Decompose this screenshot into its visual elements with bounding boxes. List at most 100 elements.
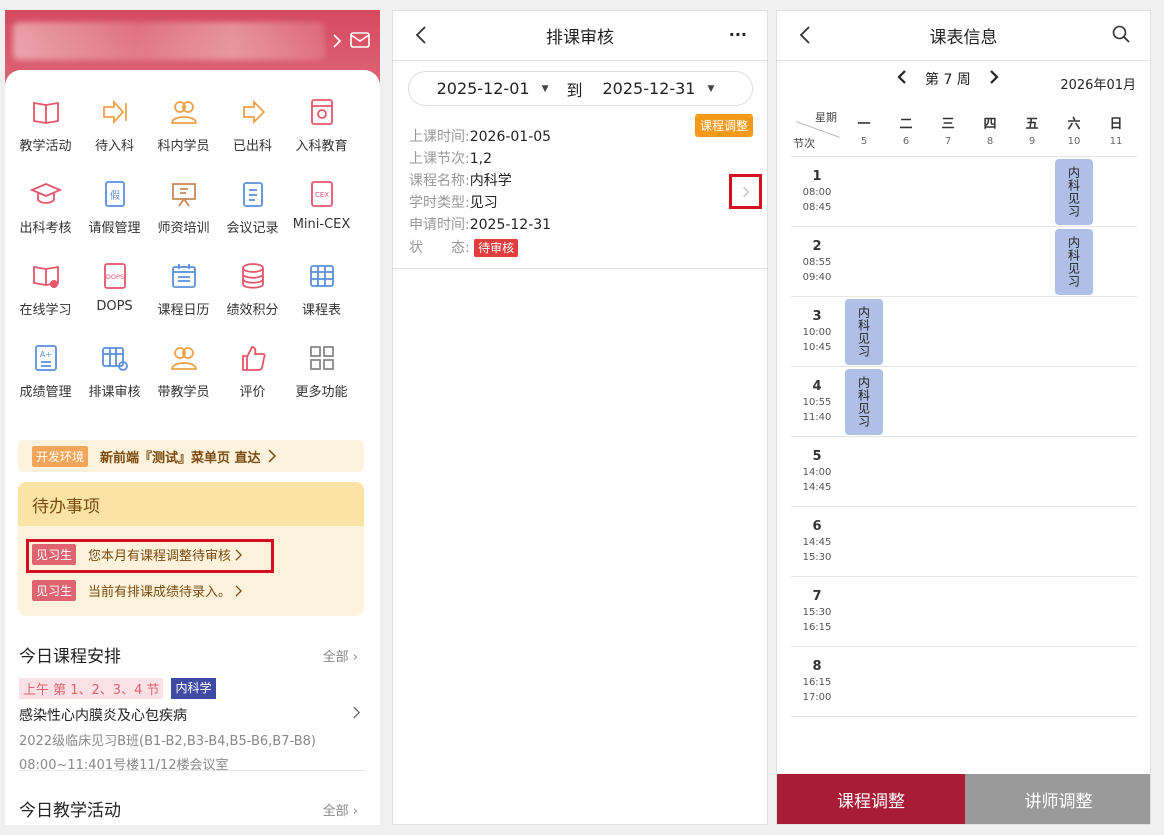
page-title: 课表信息 xyxy=(929,28,998,48)
todo-item-grade-entry[interactable]: 见习生 当前有排课成绩待录入。 xyxy=(32,580,243,601)
chevron-right-icon xyxy=(235,584,243,597)
period-end: 14:45 xyxy=(802,482,832,493)
back-arrow-icon[interactable] xyxy=(799,25,811,50)
period-cell: 3 10:00 10:45 xyxy=(791,297,843,367)
grid-item-9[interactable]: 会议记录 xyxy=(218,172,287,240)
divider xyxy=(19,770,365,771)
clipboard-icon xyxy=(237,178,269,210)
today-course-more-link[interactable]: 全部 › xyxy=(323,646,358,665)
cex-icon: CEX xyxy=(306,178,338,210)
period-start: 08:55 xyxy=(802,257,832,268)
date-label: 11 xyxy=(1109,136,1123,147)
corner-period-label: 节次 xyxy=(793,137,815,150)
period-row: 8 16:15 17:00 xyxy=(791,647,1137,717)
day-header: 六 10 xyxy=(1053,113,1095,147)
date-label: 10 xyxy=(1067,136,1081,147)
caret-down-icon: ▼ xyxy=(707,83,715,94)
field-label: 学时类型: xyxy=(409,195,470,211)
nav-bar: 排课审核 ··· xyxy=(393,11,767,61)
chevron-right-icon[interactable] xyxy=(332,33,342,52)
record-detail-button[interactable] xyxy=(729,174,762,209)
period-start: 08:00 xyxy=(802,187,832,198)
grid-item-7[interactable]: 假请假管理 xyxy=(80,172,149,240)
grid-item-12[interactable]: DOPS DOPS xyxy=(80,254,149,322)
schedule-event[interactable]: 内科见习 xyxy=(845,369,883,435)
period-cell: 5 14:00 14:45 xyxy=(791,437,843,507)
grid-item-5[interactable]: 入科教育 xyxy=(287,90,356,158)
teacher-adjust-button[interactable]: 讲师调整 xyxy=(965,774,1150,824)
field-label: 上课节次: xyxy=(409,151,470,167)
grid-item-15[interactable]: 课程表 xyxy=(287,254,356,322)
month-label[interactable]: 2026年01月 xyxy=(1060,74,1136,93)
weekday-label: 三 xyxy=(941,117,955,132)
dev-env-banner[interactable]: 开发环境 新前端『测试』菜单页 直达 xyxy=(18,440,364,472)
today-activity-more-link[interactable]: 全部 › xyxy=(323,800,358,819)
course-adjust-button[interactable]: 课程调整 xyxy=(777,774,965,824)
date-label: 5 xyxy=(860,136,868,147)
coins-icon xyxy=(237,260,269,292)
dev-env-tag: 开发环境 xyxy=(32,445,89,467)
grid-item-6[interactable]: 出科考核 xyxy=(11,172,80,240)
thumbs-up-icon xyxy=(237,342,269,374)
grid-item-10[interactable]: CEX Mini-CEX xyxy=(287,172,356,240)
course-card[interactable]: 上午 第 1、2、3、4 节 内科学 感染性心内膜炎及心包疾病 2022级临床见… xyxy=(19,678,365,773)
grid-item-label: 出科考核 xyxy=(19,221,72,236)
todo-text[interactable]: 当前有排课成绩待录入。 xyxy=(88,581,231,600)
dev-env-link[interactable]: 新前端『测试』菜单页 直达 xyxy=(100,447,261,466)
presentation-icon xyxy=(168,178,200,210)
period-start: 10:55 xyxy=(802,397,832,408)
grid-item-label: 课程日历 xyxy=(157,303,210,318)
schedule-panel: 课表信息 第 7 周 2026年01月 星期 节次 一 5 二 6 三 7 四 8 五 9 六 10 日… xyxy=(776,10,1151,825)
period-number: 3 xyxy=(812,309,822,324)
grid-item-2[interactable]: 待入科 xyxy=(80,90,149,158)
period-row: 3 10:00 10:45 xyxy=(791,297,1137,367)
grid-item-1[interactable]: 教学活动 xyxy=(11,90,80,158)
grid-item-3[interactable]: 科内学员 xyxy=(149,90,218,158)
more-menu-icon[interactable]: ··· xyxy=(729,25,747,44)
grid-item-8[interactable]: 师资培训 xyxy=(149,172,218,240)
exit-arrow-icon xyxy=(237,96,269,128)
weekday-label: 六 xyxy=(1067,117,1081,132)
weekday-label: 四 xyxy=(983,117,997,132)
period-cell: 6 14:45 15:30 xyxy=(791,507,843,577)
home-card: 教学活动 待入科 科内学员 已出科 入科教育出科考核假请假管理 师资培训 会议记录 CEX Mi… xyxy=(5,70,380,825)
period-number: 6 xyxy=(812,519,822,534)
schedule-event[interactable]: 内科见习 xyxy=(1055,229,1093,295)
review-field-row: 课程名称:内科学 xyxy=(409,170,512,190)
day-header: 二6 xyxy=(885,113,927,147)
date-range-picker[interactable]: 2025-12-01 ▼ 到 2025-12-31 ▼ xyxy=(408,71,753,106)
todo-title: 待办事项 xyxy=(18,482,364,526)
start-date[interactable]: 2025-12-01 xyxy=(437,79,530,98)
back-arrow-icon[interactable] xyxy=(415,25,427,50)
timetable-header: 星期 节次 一 5 二 6 三 7 四 8 五 9 六 10 日 11 xyxy=(791,103,1137,157)
review-field-row: 学时类型:见习 xyxy=(409,192,498,212)
review-field-row: 上课时间:2026-01-05 xyxy=(409,126,551,146)
svg-text:A+: A+ xyxy=(39,350,51,359)
weekday-label: 日 xyxy=(1109,117,1123,132)
end-date[interactable]: 2025-12-31 xyxy=(603,79,696,98)
chevron-right-icon xyxy=(353,706,361,719)
today-course-title: 今日课程安排 xyxy=(19,647,121,667)
field-label: 课程名称: xyxy=(409,173,470,189)
grid-item-18[interactable]: 带教学员 xyxy=(149,336,218,404)
user-info-blurred[interactable] xyxy=(13,22,325,60)
grid-item-16[interactable]: A+ 成绩管理 xyxy=(11,336,80,404)
mail-icon[interactable] xyxy=(350,32,370,52)
grid-item-13[interactable]: 课程日历 xyxy=(149,254,218,322)
date-separator: 到 xyxy=(566,80,583,100)
prev-week-icon[interactable] xyxy=(897,70,907,88)
period-end: 09:40 xyxy=(802,272,832,283)
grid-item-4[interactable]: 已出科 xyxy=(218,90,287,158)
grid-item-11[interactable]: 在线学习 xyxy=(11,254,80,322)
schedule-event[interactable]: 内科见习 xyxy=(1055,159,1093,225)
grid-item-14[interactable]: 绩效积分 xyxy=(218,254,287,322)
next-week-icon[interactable] xyxy=(989,70,999,88)
period-row: 4 10:55 11:40 xyxy=(791,367,1137,437)
schedule-event[interactable]: 内科见习 xyxy=(845,299,883,365)
grid-item-17[interactable]: 排课审核 xyxy=(80,336,149,404)
grid-item-20[interactable]: 更多功能 xyxy=(287,336,356,404)
review-field-row: 上课节次:1,2 xyxy=(409,148,492,168)
grid-item-19[interactable]: 评价 xyxy=(218,336,287,404)
period-end: 10:45 xyxy=(802,342,832,353)
search-icon[interactable] xyxy=(1112,25,1130,48)
